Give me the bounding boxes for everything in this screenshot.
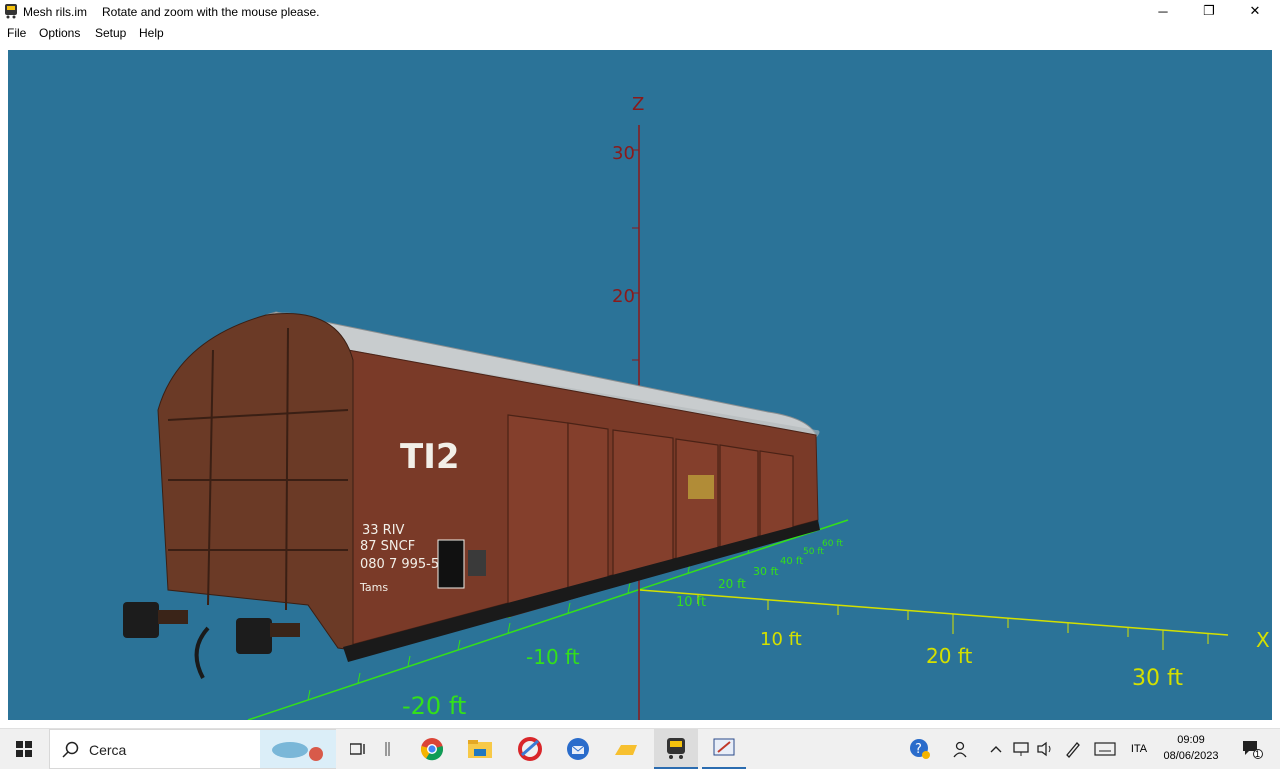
y-tick-minus10ft: -10 ft: [526, 645, 580, 669]
train-app-taskbar-button[interactable]: [654, 729, 698, 769]
y-tick-back-30ft: 30 ft: [753, 565, 779, 578]
editor-app-taskbar-button[interactable]: [702, 729, 746, 769]
chrome-icon: [420, 738, 444, 761]
menu-setup[interactable]: Setup: [95, 26, 126, 40]
train-app-icon: [5, 4, 17, 19]
minimize-button[interactable]: ─: [1140, 0, 1186, 22]
scene-canvas[interactable]: Z 30 20 X 10 ft 20 ft 30 ft -10 ft -20 f…: [8, 50, 1272, 720]
wagon-yellow-notice: [688, 475, 714, 499]
ccleaner-button[interactable]: [510, 729, 550, 769]
wagon-marking-3: 080 7 995-5: [360, 557, 439, 572]
search-placeholder: Cerca: [89, 742, 127, 758]
y-tick-back-10ft: 10 ft: [676, 595, 706, 610]
language-label: ITA: [1130, 743, 1148, 755]
taskbar-search[interactable]: Cerca: [49, 729, 336, 769]
y-tick-minus20ft: -20 ft: [402, 692, 466, 720]
action-center-button[interactable]: 1: [1232, 729, 1272, 769]
divider-icon: [385, 742, 390, 756]
wagon-marking-4: Tams: [359, 581, 388, 594]
thunderbird-icon: [567, 738, 589, 760]
wagon-marking-1: 33 RIV: [362, 523, 405, 538]
train-app-icon: [667, 738, 685, 759]
search-highlight-icon: [260, 730, 336, 768]
pen-icon: [1066, 742, 1080, 758]
notification-count: 1: [1255, 749, 1261, 759]
start-button[interactable]: [0, 729, 48, 769]
chrome-button[interactable]: [412, 729, 452, 769]
y-tick-back-20ft: 20 ft: [718, 577, 746, 591]
task-view-button[interactable]: [344, 729, 374, 769]
onedrive-icon: [615, 745, 637, 755]
z-axis-label: Z: [632, 94, 644, 115]
wagon-code: TI2: [400, 437, 460, 477]
ccleaner-icon: [518, 737, 542, 761]
volume-tray-button[interactable]: [1034, 729, 1056, 769]
help-tray-button[interactable]: ?: [906, 729, 934, 769]
z-tick-20: 20: [612, 286, 635, 307]
keyboard-tray-button[interactable]: [1092, 729, 1118, 769]
start-icon: [16, 741, 32, 757]
taskbar: Cerca ? ITA 09:09 08/06/2023 1: [0, 728, 1280, 769]
menu-options[interactable]: Options: [39, 26, 80, 40]
x-axis-line: [639, 589, 1229, 636]
x-tick-30ft: 30 ft: [1132, 666, 1183, 691]
wagon-end-face: [157, 313, 354, 651]
taskbar-divider: [380, 729, 396, 769]
menu-help[interactable]: Help: [139, 26, 164, 40]
buffer-right: [236, 618, 272, 654]
x-tick-20ft: 20 ft: [926, 644, 972, 668]
window-hint: Rotate and zoom with the mouse please.: [102, 5, 320, 19]
taskbar-clock[interactable]: 09:09 08/06/2023: [1160, 732, 1222, 764]
wagon-model[interactable]: TI2 33 RIV 87 SNCF 080 7 995-5 Tams: [123, 311, 820, 679]
restore-button[interactable]: ❐: [1186, 0, 1232, 22]
file-explorer-button[interactable]: [460, 729, 500, 769]
z-tick-30: 30: [612, 143, 635, 164]
people-tray-button[interactable]: [948, 729, 976, 769]
restore-icon: ❐: [1203, 3, 1215, 18]
title-bar: Mesh rils.im Rotate and zoom with the mo…: [0, 0, 1280, 22]
wagon-hatch-plate: [468, 550, 486, 576]
close-icon: ✕: [1249, 3, 1261, 18]
volume-icon: [1037, 741, 1051, 757]
onedrive-button[interactable]: [606, 729, 646, 769]
pen-tray-button[interactable]: [1062, 729, 1084, 769]
clock-date: 08/06/2023: [1163, 750, 1219, 762]
thunderbird-button[interactable]: [558, 729, 598, 769]
y-tick-back-40ft: 40 ft: [780, 556, 803, 567]
svg-text:?: ?: [915, 742, 922, 757]
menu-bar: File Options Setup Help: [0, 22, 1280, 42]
wagon-label-plate: [437, 539, 465, 589]
language-tray-button[interactable]: ITA: [1126, 729, 1152, 769]
wagon-marking-2: 87 SNCF: [360, 539, 415, 554]
people-icon: [953, 741, 967, 758]
network-tray-button[interactable]: [1010, 729, 1032, 769]
menu-file[interactable]: File: [7, 26, 26, 40]
buffer-left: [123, 602, 159, 638]
help-icon: ?: [910, 739, 930, 759]
keyboard-icon: [1094, 742, 1116, 756]
close-button[interactable]: ✕: [1232, 0, 1278, 22]
tray-overflow-button[interactable]: [986, 729, 1006, 769]
task-view-icon: [350, 743, 365, 755]
brake-hose: [194, 626, 210, 679]
clock-time: 09:09: [1177, 734, 1205, 746]
x-tick-10ft: 10 ft: [760, 629, 802, 650]
x-axis-label: X: [1256, 628, 1270, 652]
minimize-icon: ─: [1158, 3, 1168, 19]
window-title: Mesh rils.im: [23, 5, 88, 19]
network-icon: [1013, 742, 1029, 756]
3d-viewport[interactable]: Z 30 20 X 10 ft 20 ft 30 ft -10 ft -20 f…: [8, 50, 1272, 720]
buffer-left-stem: [158, 610, 188, 624]
editor-app-icon: [713, 738, 735, 756]
file-explorer-icon: [468, 740, 492, 758]
z-axis-ticks: [632, 149, 639, 361]
search-icon: [62, 741, 79, 758]
buffer-right-stem: [270, 623, 300, 637]
chevron-up-icon: [990, 746, 1002, 753]
y-tick-back-60ft: 60 ft: [822, 539, 843, 549]
